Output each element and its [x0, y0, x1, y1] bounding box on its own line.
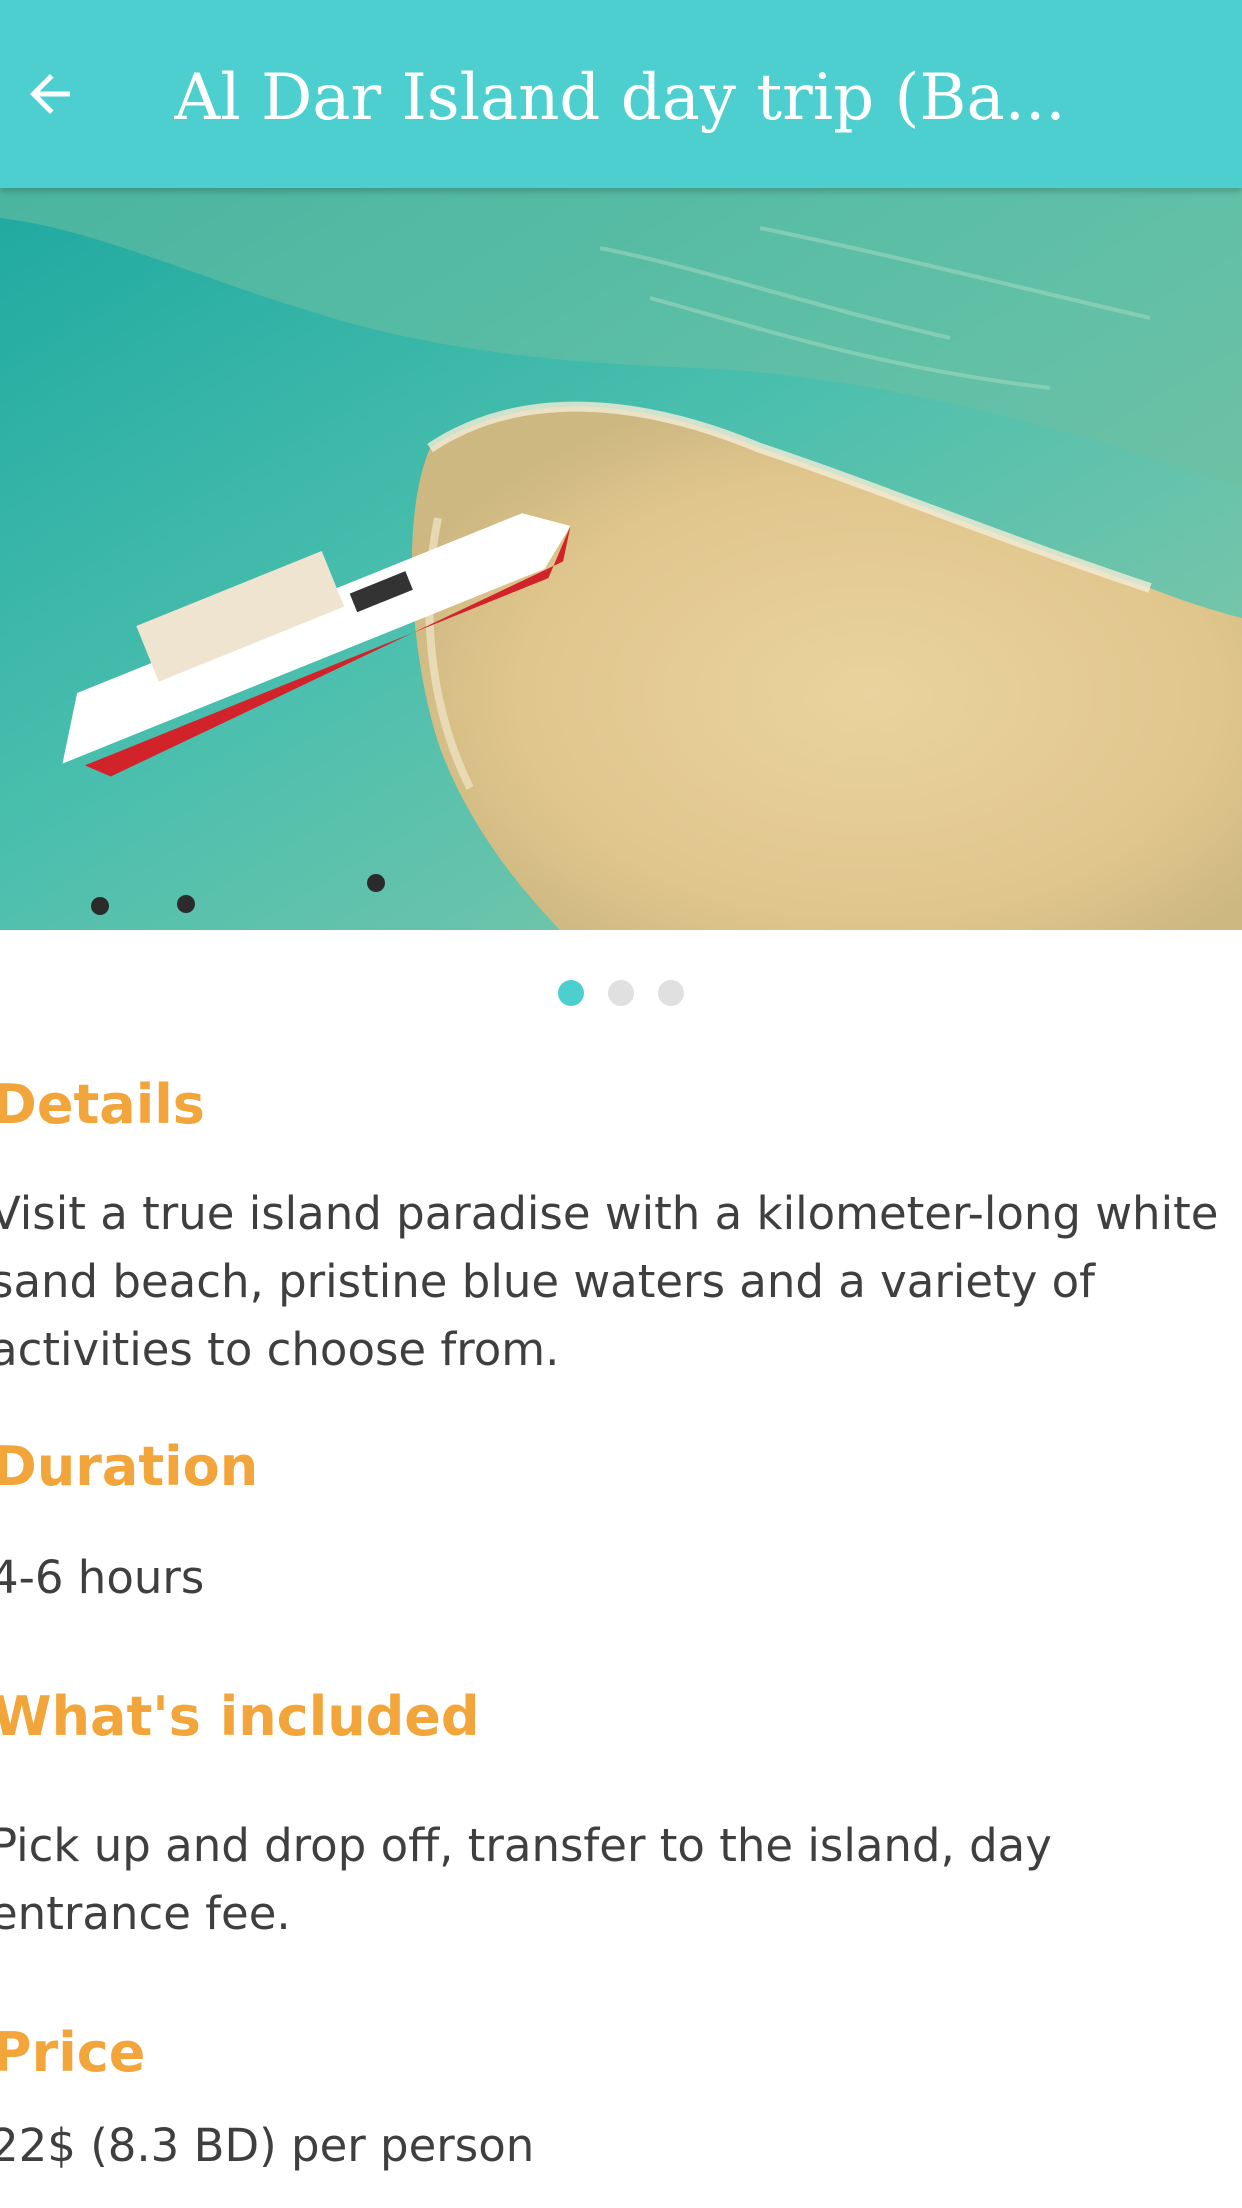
app-bar: Al Dar Island day trip (Ba...	[0, 0, 1242, 188]
carousel-dot[interactable]	[658, 980, 684, 1006]
carousel-dot[interactable]	[608, 980, 634, 1006]
duration-text: 4-6 hours	[0, 1551, 205, 1604]
details-text: Visit a true island paradise with a kilo…	[0, 1187, 1219, 1376]
image-carousel[interactable]	[0, 188, 1242, 930]
included-heading: What's included	[0, 1685, 480, 1748]
island-boat-photo	[0, 188, 1242, 930]
details-heading: Details	[0, 1073, 205, 1136]
duration-heading: Duration	[0, 1435, 259, 1498]
arrow-left-icon	[30, 74, 70, 114]
carousel-indicator	[0, 980, 1242, 1010]
price-heading: Price	[0, 2021, 146, 2084]
included-text: Pick up and drop off, transfer to the is…	[0, 1819, 1052, 1940]
back-button[interactable]	[0, 44, 100, 144]
page-title: Al Dar Island day trip (Ba...	[174, 61, 1066, 135]
carousel-dot-active[interactable]	[558, 980, 584, 1006]
price-text: 22$ (8.3 BD) per person	[0, 2119, 535, 2172]
